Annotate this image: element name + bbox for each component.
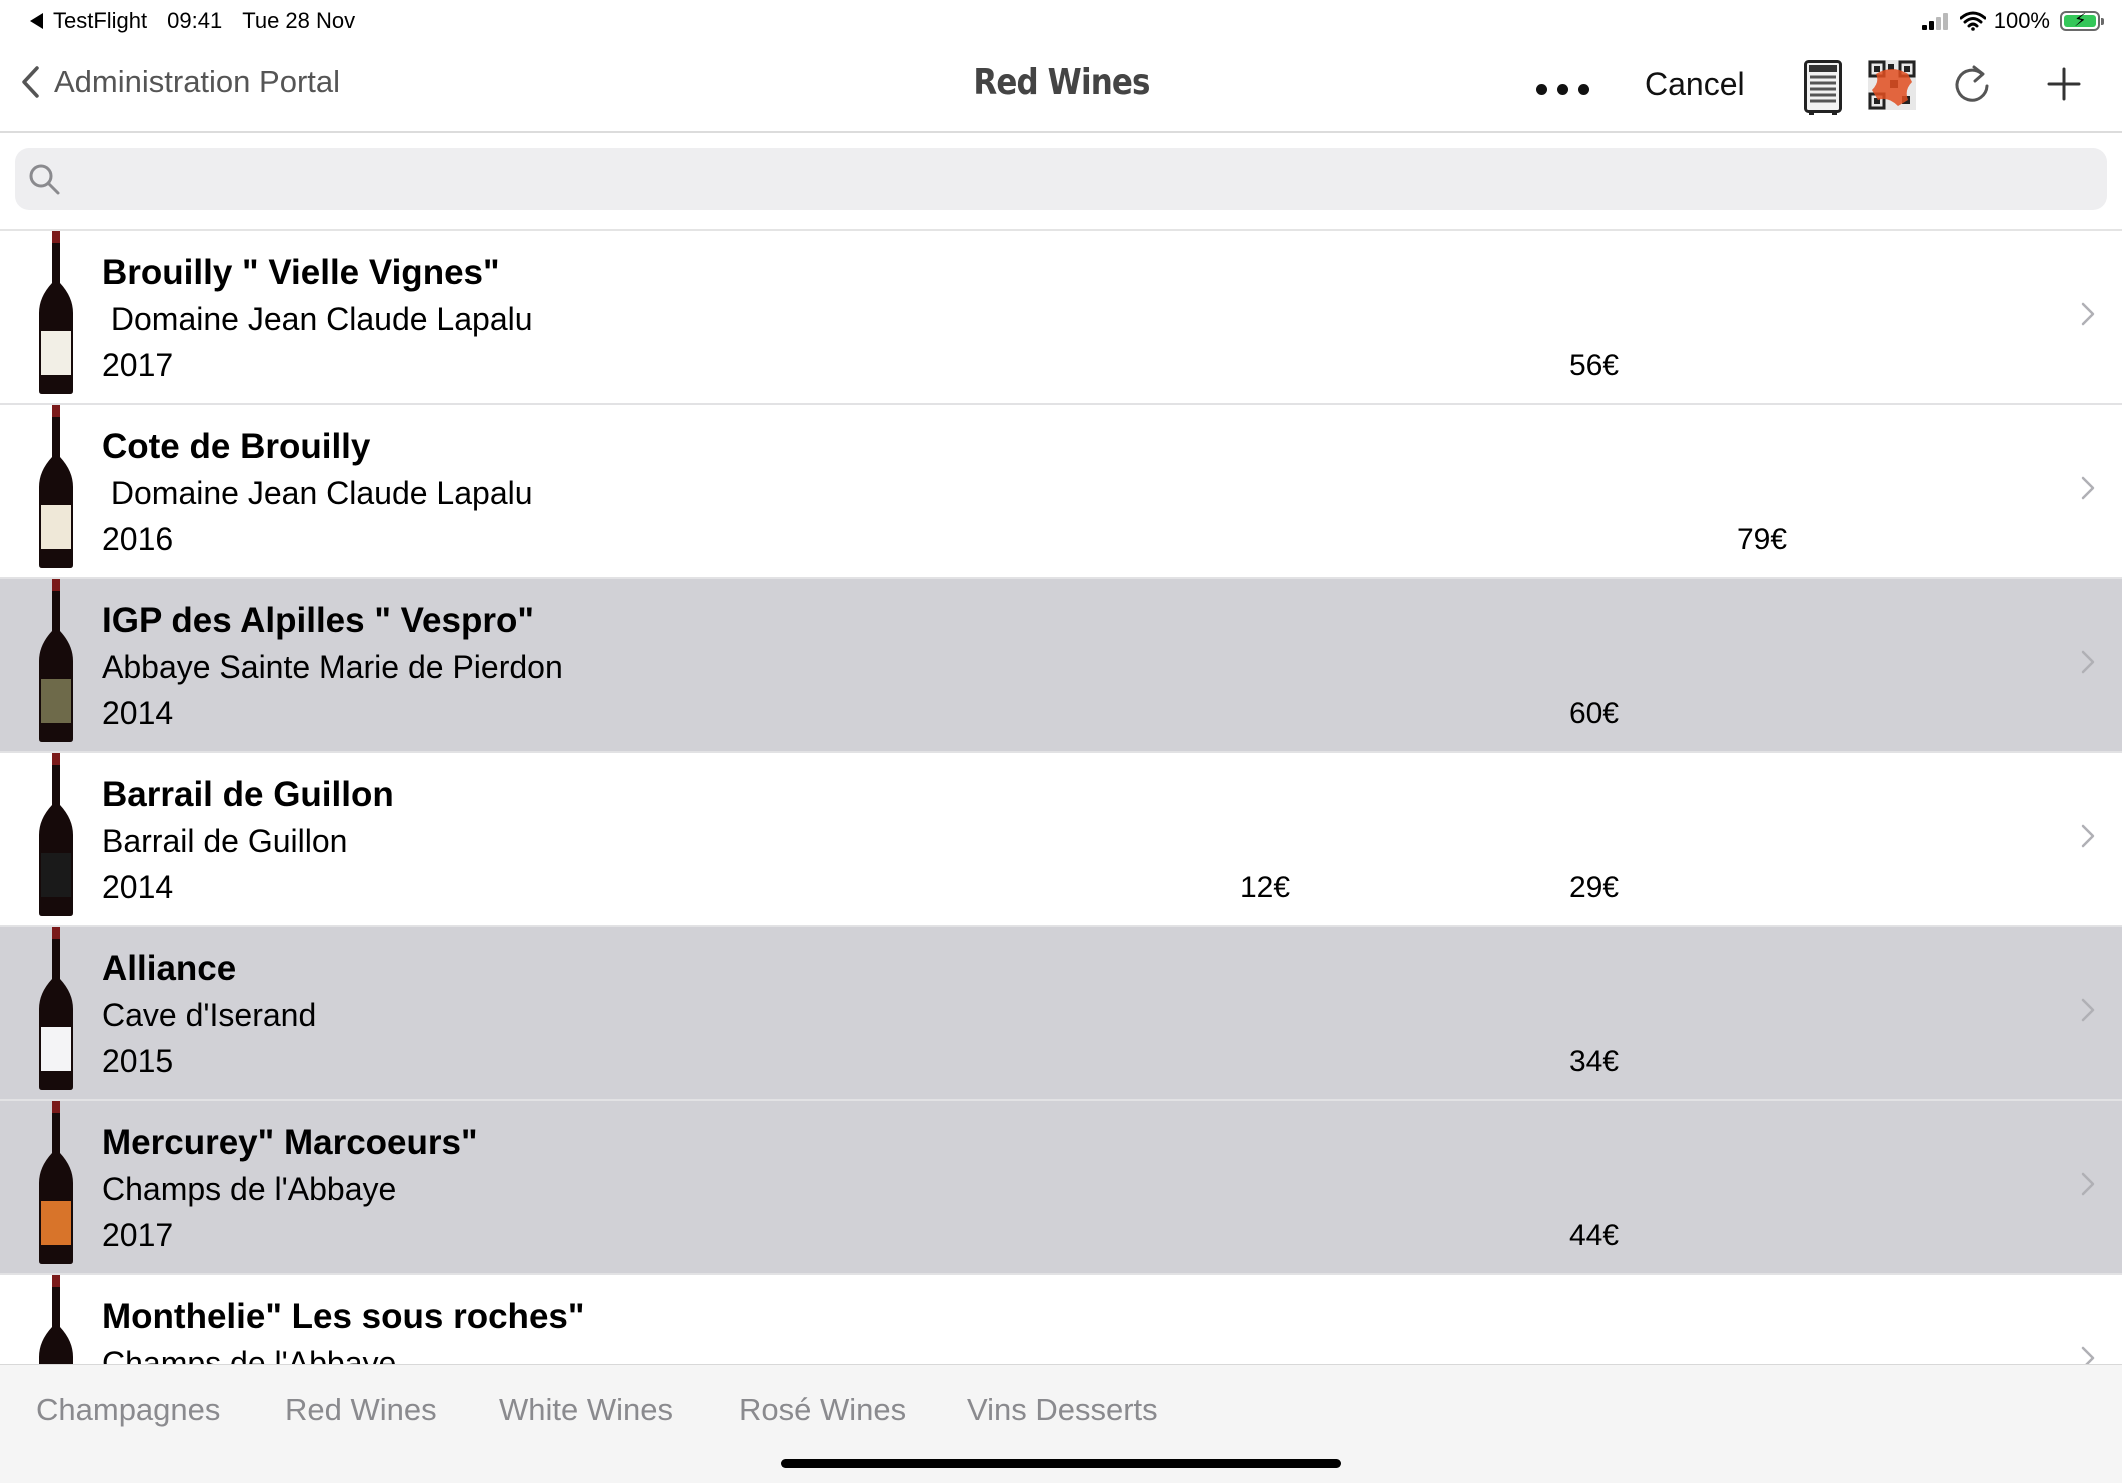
wine-price-glass: 12€ [1240,871,1291,904]
wine-producer: Abbaye Sainte Marie de Pierdon [102,649,563,685]
chevron-right-icon [2081,824,2095,848]
navigation-bar: Administration Portal Red Wines Cancel [0,44,2122,133]
wine-name: Barrail de Guillon [102,775,394,814]
wine-name: Brouilly " Vielle Vignes" [102,253,500,292]
chevron-right-icon [2081,650,2095,674]
wine-bottle-image [39,1275,73,1364]
status-date: Tue 28 Nov [242,8,356,33]
wine-name: Mercurey" Marcoeurs" [102,1123,478,1162]
wine-price-bottle: 44€ [1569,1219,1620,1252]
cancel-button[interactable]: Cancel [1645,66,1745,103]
status-bar: TestFlight 09:41 Tue 28 Nov 100% ⚡ [0,0,2122,44]
wine-price-bottle: 60€ [1569,697,1620,730]
wine-name: IGP des Alpilles " Vespro" [102,601,534,640]
wine-cellar-icon[interactable] [1804,60,1842,116]
wine-bottle-image [39,927,73,1090]
wine-bottle-image [39,579,73,742]
wine-producer: Barrail de Guillon [102,823,348,859]
wine-vintage: 2014 [102,869,174,905]
wine-name: Cote de Brouilly [102,427,371,466]
tab-champagnes[interactable]: Champagnes [36,1392,220,1428]
chevron-right-icon [2081,302,2095,326]
wine-row[interactable]: Barrail de Guillon Barrail de Guillon 20… [0,753,2122,927]
home-indicator[interactable] [781,1459,1341,1468]
wine-price-bottle: 29€ [1569,871,1620,904]
category-tab-bar: Champagnes Red Wines White Wines Rosé Wi… [0,1364,2122,1483]
status-right: 100% ⚡ [1921,8,2104,34]
wine-row[interactable]: Alliance Cave d'Iserand 2015 34€ [0,927,2122,1101]
chevron-right-icon [2081,1346,2095,1364]
status-left: TestFlight 09:41 Tue 28 Nov [30,8,375,34]
wine-producer: Domaine Jean Claude Lapalu [102,301,533,337]
wine-vintage: 2015 [102,1043,174,1079]
wine-vintage: 2017 [102,1217,174,1253]
back-to-app-icon[interactable] [30,13,43,29]
wine-name: Alliance [102,949,237,988]
wine-price-magnum: 79€ [1737,523,1788,556]
wine-producer: Champs de l'Abbaye [102,1171,397,1207]
chevron-right-icon [2081,1172,2095,1196]
add-wine-icon[interactable] [2046,66,2082,102]
wine-bottle-image [39,1101,73,1264]
chevron-right-icon [2081,476,2095,500]
wine-vintage: 2017 [102,347,174,383]
wifi-icon [1959,11,1986,31]
wine-vintage: 2016 [102,521,174,557]
wine-producer: Domaine Jean Claude Lapalu [102,475,533,511]
wine-price-bottle: 56€ [1569,349,1620,382]
wine-producer: Cave d'Iserand [102,997,317,1033]
tab-white-wines[interactable]: White Wines [499,1392,673,1428]
search-bar[interactable] [15,148,2107,210]
wine-list[interactable]: Brouilly " Vielle Vignes" Domaine Jean C… [0,231,2122,1364]
tab-rose-wines[interactable]: Rosé Wines [739,1392,906,1428]
wine-bottle-image [39,753,73,916]
qr-scan-icon[interactable] [1868,60,1916,110]
wine-bottle-image [39,405,73,568]
wine-bottle-image [39,231,73,394]
battery-percent: 100% [1993,8,2050,33]
more-options-icon[interactable] [1536,84,1599,95]
wine-row[interactable]: IGP des Alpilles " Vespro" Abbaye Sainte… [0,579,2122,753]
search-icon [29,164,60,195]
wine-row[interactable]: Cote de Brouilly Domaine Jean Claude Lap… [0,405,2122,579]
wine-price-bottle: 34€ [1569,1045,1620,1078]
wine-name: Monthelie" Les sous roches" [102,1297,585,1336]
refresh-icon[interactable] [1952,62,1992,106]
cellular-signal-icon [1921,12,1950,30]
chevron-right-icon [2081,998,2095,1022]
wine-vintage: 2014 [102,695,174,731]
wine-row[interactable]: Monthelie" Les sous roches" Champs de l'… [0,1275,2122,1364]
tab-red-wines[interactable]: Red Wines [285,1392,437,1428]
status-time: 09:41 [167,8,223,33]
search-input[interactable] [85,158,2069,202]
battery-icon: ⚡ [2060,10,2104,31]
tab-vins-desserts[interactable]: Vins Desserts [967,1392,1158,1428]
wine-producer: Champs de l'Abbaye [102,1345,397,1364]
wine-row[interactable]: Brouilly " Vielle Vignes" Domaine Jean C… [0,231,2122,405]
wine-row[interactable]: Mercurey" Marcoeurs" Champs de l'Abbaye … [0,1101,2122,1275]
status-app-name[interactable]: TestFlight [53,8,147,34]
